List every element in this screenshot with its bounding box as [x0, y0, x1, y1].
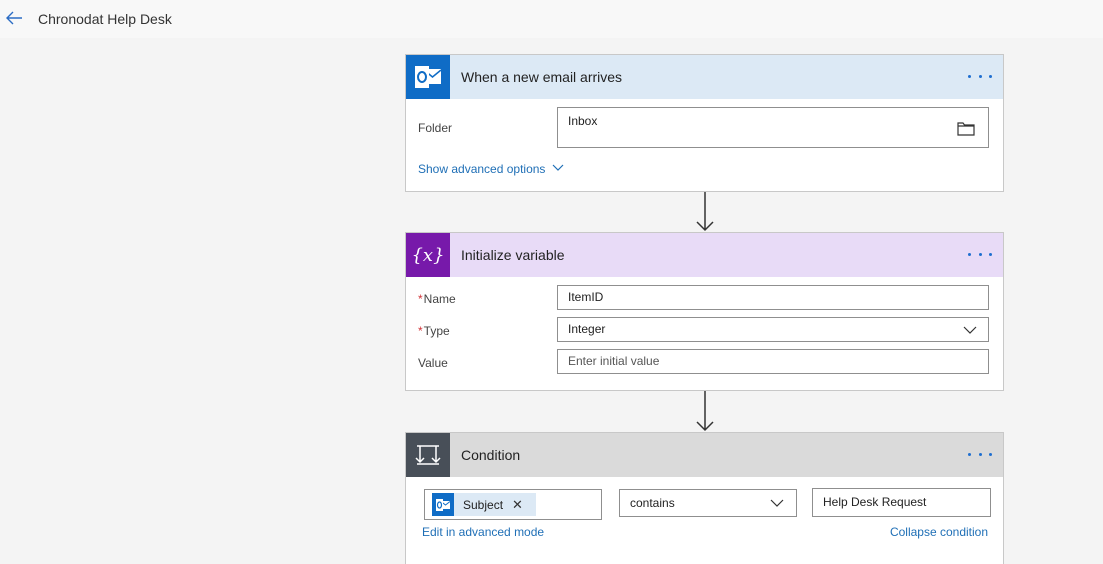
variable-type-dropdown[interactable]: Integer — [557, 317, 989, 342]
outlook-icon — [432, 493, 454, 516]
folder-label: Folder — [418, 121, 453, 135]
condition-card: Condition Subject ✕ contains Help Desk R… — [405, 432, 1004, 564]
show-advanced-options-link[interactable]: Show advanced options — [418, 162, 564, 176]
variable-type-value: Integer — [568, 322, 606, 336]
chevron-down-icon — [552, 164, 564, 171]
chevron-down-icon — [770, 499, 784, 507]
condition-icon — [406, 433, 450, 477]
collapse-condition-link[interactable]: Collapse condition — [890, 525, 988, 539]
show-advanced-options-label: Show advanced options — [418, 162, 546, 176]
condition-title: Condition — [461, 447, 521, 463]
trigger-more-options-icon[interactable] — [968, 69, 992, 83]
required-marker: * — [418, 324, 423, 338]
folder-field[interactable]: Inbox — [557, 107, 989, 148]
variable-name-label: *Name — [418, 292, 456, 306]
variable-name-value: ItemID — [568, 290, 604, 304]
trigger-title: When a new email arrives — [461, 69, 623, 85]
edit-advanced-mode-link[interactable]: Edit in advanced mode — [422, 525, 544, 539]
variable-card: {x} Initialize variable *Name ItemID *Ty… — [405, 232, 1004, 391]
top-bar: Chronodat Help Desk — [0, 0, 1103, 38]
condition-operator-dropdown[interactable]: contains — [619, 489, 797, 517]
svg-text:{x}: {x} — [411, 245, 444, 266]
condition-operator-value: contains — [630, 496, 675, 510]
variable-card-header[interactable]: {x} Initialize variable — [406, 233, 1003, 277]
variable-type-label: *Type — [418, 324, 450, 338]
variable-icon: {x} — [406, 233, 450, 277]
condition-left-operand[interactable]: Subject ✕ — [424, 489, 602, 520]
required-marker: * — [418, 292, 423, 306]
connector-arrow-icon — [695, 192, 715, 232]
variable-title: Initialize variable — [461, 247, 565, 263]
subject-token-label: Subject — [463, 497, 504, 512]
folder-value: Inbox — [568, 114, 598, 128]
outlook-icon — [406, 55, 450, 99]
name-label-text: Name — [423, 292, 456, 306]
chevron-down-icon — [963, 326, 977, 334]
condition-compare-value: Help Desk Request — [823, 495, 927, 509]
variable-value-label: Value — [418, 356, 448, 370]
condition-more-options-icon[interactable] — [968, 447, 992, 461]
type-label-text: Type — [423, 324, 450, 338]
subject-token[interactable]: Subject ✕ — [432, 493, 536, 516]
trigger-card-header[interactable]: When a new email arrives — [406, 55, 1003, 99]
variable-more-options-icon[interactable] — [968, 247, 992, 261]
variable-name-input[interactable]: ItemID — [557, 285, 989, 310]
variable-value-placeholder: Enter initial value — [568, 354, 660, 368]
variable-value-input[interactable]: Enter initial value — [557, 349, 989, 374]
folder-picker-icon[interactable] — [957, 119, 975, 145]
back-arrow-icon[interactable] — [4, 9, 24, 27]
connector-arrow-icon — [695, 391, 715, 432]
flow-title: Chronodat Help Desk — [38, 11, 172, 27]
condition-right-operand[interactable]: Help Desk Request — [812, 488, 991, 517]
trigger-card: When a new email arrives Folder Inbox Sh… — [405, 54, 1004, 192]
condition-card-header[interactable]: Condition — [406, 433, 1003, 477]
remove-token-icon[interactable]: ✕ — [512, 497, 523, 513]
